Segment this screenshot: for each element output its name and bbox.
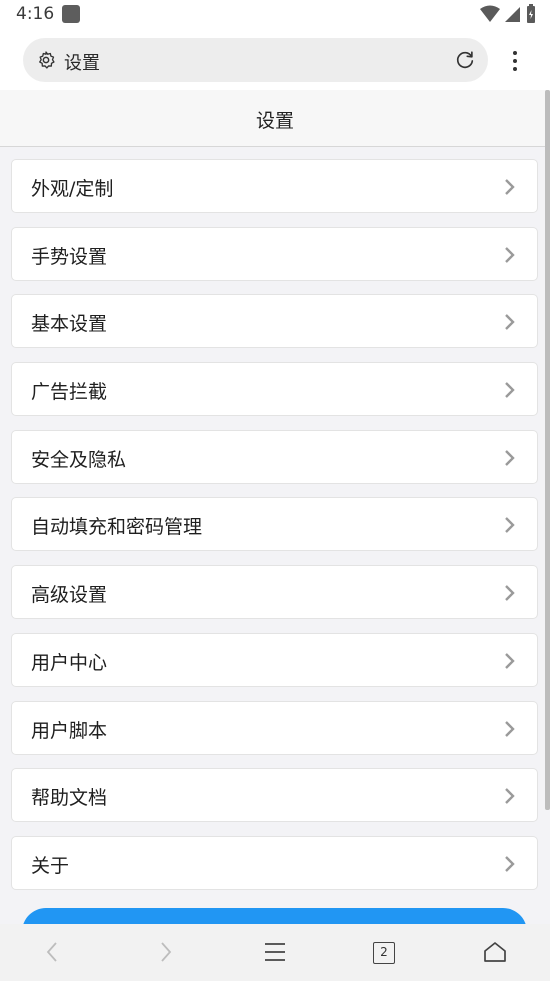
settings-item-label: 自动填充和密码管理: [31, 516, 203, 539]
screen: 4:16 设置 设置 外观/定制 手势设置 基本设置 广告拦截 安全及隐私 自动…: [0, 0, 550, 981]
settings-item-label: 用户脚本: [31, 719, 108, 742]
chevron-right-icon: [505, 179, 515, 195]
scrollbar[interactable]: [545, 90, 550, 810]
settings-item-user-center[interactable]: 用户中心: [11, 632, 538, 687]
forward-arrow-icon[interactable]: [153, 940, 177, 964]
chevron-right-icon: [505, 652, 515, 669]
settings-item-about[interactable]: 关于: [11, 835, 538, 890]
tabs-count-button[interactable]: 2: [373, 942, 395, 964]
settings-item-autofill[interactable]: 自动填充和密码管理: [11, 497, 538, 552]
page-title: 设置: [255, 110, 294, 132]
settings-item-help[interactable]: 帮助文档: [11, 768, 538, 823]
settings-item-label: 用户中心: [31, 651, 108, 674]
settings-item-label: 帮助文档: [31, 787, 108, 810]
battery-icon: [527, 4, 535, 23]
notification-app-icon: [62, 5, 80, 23]
browser-toolbar: 设置: [0, 30, 550, 90]
bottom-navigation: 2: [0, 924, 550, 981]
settings-item-label: 外观/定制: [31, 178, 114, 200]
chevron-right-icon: [505, 720, 515, 737]
status-icons: [480, 4, 536, 24]
chevron-right-icon: [505, 382, 515, 398]
more-options-icon[interactable]: [505, 50, 525, 72]
status-time: 4:16: [16, 4, 55, 24]
home-icon[interactable]: [483, 940, 507, 964]
chevron-right-icon: [505, 856, 515, 872]
scrollbar-thumb[interactable]: [545, 90, 550, 810]
settings-item-appearance[interactable]: 外观/定制: [11, 159, 538, 213]
settings-list: 外观/定制 手势设置 基本设置 广告拦截 安全及隐私 自动填充和密码管理 高级设…: [11, 159, 538, 904]
settings-item-label: 广告拦截: [31, 381, 108, 404]
back-arrow-icon[interactable]: [41, 940, 65, 964]
chevron-right-icon: [505, 517, 515, 534]
settings-item-label: 安全及隐私: [31, 448, 127, 471]
chevron-right-icon: [505, 246, 515, 263]
settings-item-advanced[interactable]: 高级设置: [11, 565, 538, 620]
settings-item-label: 手势设置: [31, 245, 108, 268]
status-bar: 4:16: [0, 0, 550, 30]
menu-icon[interactable]: [263, 940, 287, 964]
reload-icon[interactable]: [454, 49, 476, 71]
settings-item-label: 关于: [31, 854, 70, 877]
settings-item-privacy[interactable]: 安全及隐私: [11, 429, 538, 484]
settings-item-user-scripts[interactable]: 用户脚本: [11, 700, 538, 755]
settings-item-label: 基本设置: [31, 313, 108, 336]
settings-item-label: 高级设置: [31, 584, 108, 607]
settings-item-basic[interactable]: 基本设置: [11, 294, 538, 349]
chevron-right-icon: [505, 449, 515, 466]
chevron-right-icon: [505, 585, 515, 601]
chevron-right-icon: [505, 788, 515, 805]
page-header: 设置: [0, 90, 550, 147]
address-text: 设置: [64, 53, 100, 74]
address-bar[interactable]: 设置: [23, 38, 488, 82]
gear-icon: [39, 51, 55, 69]
signal-icon: [505, 7, 520, 22]
settings-item-adblock[interactable]: 广告拦截: [11, 362, 538, 417]
settings-item-gestures[interactable]: 手势设置: [11, 226, 538, 281]
wifi-icon: [480, 5, 500, 22]
chevron-right-icon: [505, 314, 515, 331]
